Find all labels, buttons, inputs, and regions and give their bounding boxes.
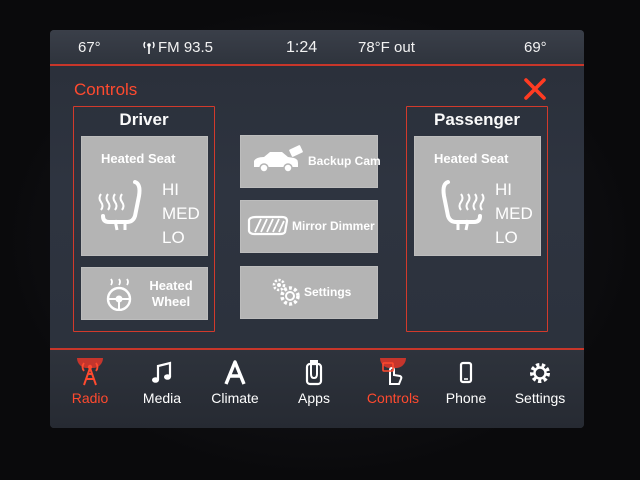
nav-apps[interactable]: Apps [282, 358, 346, 418]
radio-station[interactable]: FM 93.5 [142, 39, 213, 56]
nav-phone-label: Phone [445, 390, 487, 406]
gear-icon [530, 363, 550, 383]
mirror-dimmer-label: Mirror Dimmer [292, 219, 375, 233]
driver-heated-seat-button[interactable]: Heated Seat HI MED LO [81, 136, 208, 256]
passenger-level-med[interactable]: MED [495, 202, 533, 226]
music-note-icon [152, 361, 172, 383]
radio-station-label: FM 93.5 [158, 39, 214, 56]
driver-panel: Driver Heated Seat HI MED LO Heated Whee… [73, 106, 215, 332]
heated-seat-icon [441, 180, 485, 231]
heated-wheel-label: Heated Wheel [141, 278, 201, 310]
passenger-heated-seat-label: Heated Seat [434, 151, 509, 166]
heated-wheel-label-line1: Heated [149, 278, 193, 293]
heated-wheel-button[interactable]: Heated Wheel [81, 267, 208, 320]
radio-tower-icon [81, 362, 99, 386]
driver-level-hi[interactable]: HI [162, 178, 200, 202]
heated-seat-icon [98, 180, 142, 231]
infotainment-screen: 67° FM 93.5 1:24 78°F out 69° Controls D… [50, 30, 584, 428]
apps-icon [305, 360, 323, 386]
nav-climate-label: Climate [211, 390, 259, 406]
nav-media[interactable]: Media [130, 358, 194, 418]
status-bar: 67° FM 93.5 1:24 78°F out 69° [50, 30, 584, 66]
driver-seat-levels: HI MED LO [162, 178, 200, 250]
bottom-nav: Radio Media Climate Apps Controls Phone … [50, 348, 584, 428]
settings-button[interactable]: Settings [240, 266, 378, 319]
page-title: Controls [74, 80, 138, 99]
outside-temp: 78°F out [358, 39, 415, 56]
passenger-seat-levels: HI MED LO [495, 178, 533, 250]
passenger-temp[interactable]: 69° [524, 39, 547, 56]
climate-a-icon [224, 360, 246, 385]
nav-settings[interactable]: Settings [508, 358, 572, 418]
phone-icon [459, 361, 473, 384]
mirror-dimmer-button[interactable]: Mirror Dimmer [240, 200, 378, 253]
driver-level-lo[interactable]: LO [162, 226, 200, 250]
passenger-level-lo[interactable]: LO [495, 226, 533, 250]
backup-camera-car-icon [254, 145, 303, 173]
nav-controls-label: Controls [366, 390, 420, 406]
passenger-heated-seat-button[interactable]: Heated Seat HI MED LO [414, 136, 541, 256]
antenna-icon [143, 41, 155, 54]
settings-label: Settings [304, 285, 352, 299]
passenger-level-hi[interactable]: HI [495, 178, 533, 202]
nav-radio[interactable]: Radio [58, 358, 122, 418]
nav-apps-label: Apps [298, 390, 330, 406]
passenger-panel: Passenger Heated Seat HI MED LO [406, 106, 548, 332]
backup-cam-button[interactable]: Backup Cam [240, 135, 381, 188]
driver-heated-seat-label: Heated Seat [101, 151, 176, 166]
driver-title: Driver [119, 110, 169, 129]
nav-climate[interactable]: Climate [203, 358, 267, 418]
driver-temp[interactable]: 67° [78, 39, 101, 56]
driver-level-med[interactable]: MED [162, 202, 200, 226]
backup-cam-label: Backup Cam [308, 154, 381, 168]
mirror-dimmer-icon [247, 215, 289, 236]
controls-hand-icon [382, 362, 403, 385]
nav-media-label: Media [142, 390, 182, 406]
clock: 1:24 [286, 39, 318, 56]
nav-phone[interactable]: Phone [434, 358, 498, 418]
nav-settings-label: Settings [514, 390, 566, 406]
nav-controls[interactable]: Controls [361, 358, 425, 418]
heated-wheel-label-line2: Wheel [151, 294, 191, 309]
passenger-title: Passenger [434, 110, 520, 129]
close-icon[interactable] [522, 76, 548, 102]
heated-wheel-icon [106, 278, 132, 311]
gears-icon [272, 278, 300, 306]
